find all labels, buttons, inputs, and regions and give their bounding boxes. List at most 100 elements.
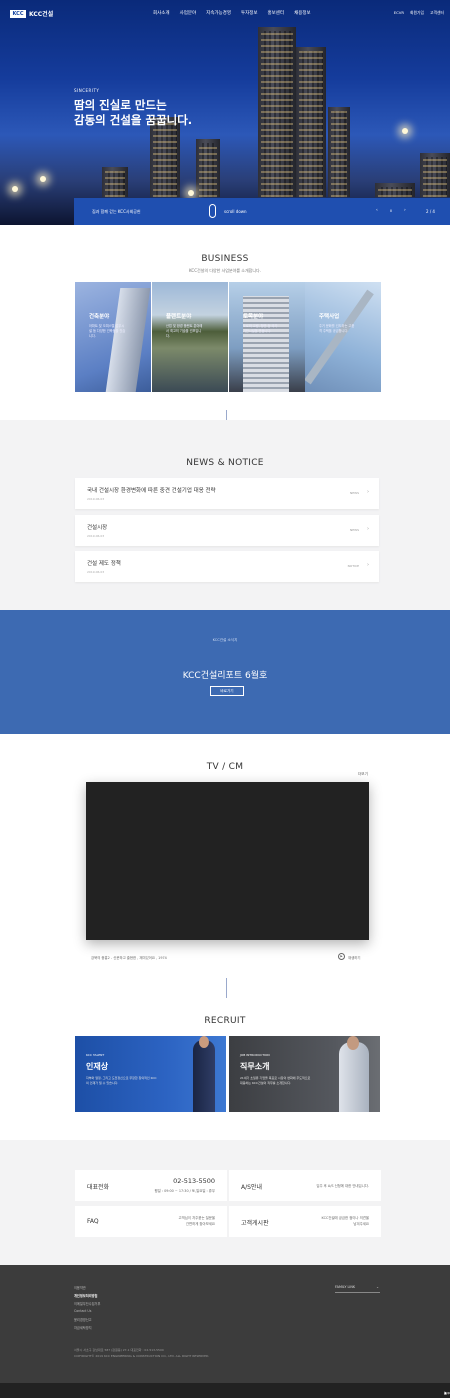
hero-slide-bar: 집과 함께 걷는 KCC사회공헌 scroll down ‹ Ⅱ › 2 / 4 — [74, 198, 450, 225]
recruit-card-talent[interactable]: KCC TALENT 인재상 자부와 열정, 그리고 도전정신으로 무장한 창의… — [75, 1036, 226, 1112]
business-card-desc: 도로와 교량, 항만 등 국가 기반시설을 만듭니다. — [243, 324, 278, 333]
building-decoration — [375, 183, 415, 197]
recruit-card-tag: JOB INTRODUCTION — [240, 1053, 270, 1057]
hero-tag: SINCERITY — [74, 88, 100, 93]
person-head-image — [199, 1036, 209, 1048]
nav-item-investment[interactable]: 투자정보 — [241, 10, 258, 16]
contact-hours: 평일 : 09:00 ~ 17:30 / 토,일요일 : 휴무 — [154, 1189, 215, 1193]
nav-item-business[interactable]: 사업분야 — [180, 10, 197, 16]
tv-title: TV / CM — [206, 762, 244, 772]
street-light-decoration — [12, 186, 18, 192]
building-image — [105, 288, 151, 392]
nav-item-sustainability[interactable]: 지속가능경영 — [206, 10, 231, 16]
news-headline: 국내 건설시장 환경변화에 따른 중견 건설기업 대응 전략 — [87, 488, 216, 494]
recruit-card-title: 직무소개 — [240, 1062, 270, 1071]
news-item[interactable]: 국내 건설시장 환경변화에 따른 중견 건설기업 대응 전략 2019.06.0… — [75, 478, 379, 509]
play-icon[interactable]: ▶ — [338, 953, 345, 960]
business-card-title: 플랜트분야 — [166, 314, 192, 320]
footer-link-ethics[interactable]: 윤리경영신고 — [74, 1317, 92, 1322]
contact-phone-box[interactable]: 대표전화 02-513-5500 평일 : 09:00 ~ 17:30 / 토,… — [75, 1170, 227, 1201]
main-menu: 회사소개 사업분야 지속가능경영 투자정보 홍보센터 채용정보 — [153, 10, 311, 16]
report-view-button[interactable]: 바로가기 — [210, 686, 244, 696]
video-player[interactable] — [86, 782, 369, 940]
business-card-architecture[interactable]: 건축분야 아파트 및 오피스텔 업무시설 등 다양한 건축물을 짓습니다. — [75, 282, 151, 392]
news-category: NEWS — [349, 528, 359, 532]
contact-value: 고객님이 자주묻는 질문을 — [178, 1216, 215, 1220]
report-kicker: KCC건설 소식지 — [212, 638, 238, 642]
family-link-select[interactable]: FAMILY LINK ⌄ — [335, 1285, 380, 1293]
contact-board-box[interactable]: 고객게시판 KCC건설에 궁금한 점이나 의견을 남겨주세요 — [229, 1206, 381, 1237]
report-banner: KCC건설 소식지 KCC건설리포트 6월호 바로가기 — [0, 610, 450, 734]
recruit-card-desc: 자부와 열정, 그리고 도전정신으로 무장한 창의적인 KCC의 인재가 될 수… — [86, 1076, 157, 1085]
news-item[interactable]: 건설 제도 정책 2019.06.03 NOTICE › — [75, 551, 379, 582]
hero-headline-line-2: 감동의 건설을 꿈꿉니다. — [74, 113, 193, 127]
building-decoration — [328, 107, 350, 197]
business-card-title: 주택사업 — [319, 314, 340, 320]
building-decoration — [420, 153, 450, 197]
report-title: KCC건설리포트 6월호 — [182, 671, 268, 681]
pause-slide-button[interactable]: Ⅱ — [390, 209, 392, 213]
play-label[interactable]: 재생하기 — [348, 955, 360, 960]
business-card-title: 토목분야 — [243, 314, 264, 320]
business-card-civil[interactable]: 토목분야 도로와 교량, 항만 등 국가 기반시설을 만듭니다. — [229, 282, 305, 392]
hero-section: KCC KCC건설 회사소개 사업분야 지속가능경영 투자정보 홍보센터 채용정… — [0, 0, 450, 225]
footer-link-email[interactable]: 이메일무단수집거부 — [74, 1301, 100, 1306]
street-light-decoration — [188, 190, 194, 196]
recruit-card-tag: KCC TALENT — [86, 1053, 105, 1057]
footer-link-terms[interactable]: 이용약관 — [74, 1285, 86, 1290]
structure-image — [305, 289, 374, 385]
global-navigation: KCC KCC건설 회사소개 사업분야 지속가능경영 투자정보 홍보센터 채용정… — [0, 0, 450, 24]
contact-key: 대표전화 — [87, 1184, 110, 1191]
chevron-down-icon: ⌄ — [376, 1285, 379, 1289]
next-slide-button[interactable]: › — [404, 208, 406, 213]
contact-section: 대표전화 02-513-5500 평일 : 09:00 ~ 17:30 / 토,… — [0, 1140, 450, 1265]
contact-key: A/S안내 — [241, 1184, 262, 1191]
contact-key: 고객게시판 — [241, 1220, 269, 1227]
contact-faq-box[interactable]: FAQ 고객님이 자주묻는 질문을 간편하게 찾아보세요 — [75, 1206, 227, 1237]
contact-as-box[interactable]: A/S안내 입주 후 A/S 신청에 대한 안내입니다. — [229, 1170, 381, 1201]
nav-item-pr[interactable]: 홍보센터 — [268, 10, 285, 16]
hero-headline-line-1: 땀의 진실로 만드는 — [74, 98, 167, 112]
section-divider — [226, 978, 227, 998]
recruit-card-title: 인재상 — [86, 1062, 109, 1071]
footer-link-privacy[interactable]: 개인정보처리방침 — [74, 1293, 97, 1298]
logo-text: KCC건설 — [29, 11, 54, 18]
tv-more-link[interactable]: 더보기 — [358, 772, 368, 777]
news-date: 2019.06.03 — [87, 534, 105, 538]
business-card-plant[interactable]: 플랜트분야 산업 및 환경 플랜트 분야에서 최고의 기술을 선보입니다. — [152, 282, 228, 392]
news-date: 2019.06.03 — [87, 570, 105, 574]
util-ecvr-link[interactable]: ECVR — [394, 10, 404, 16]
business-card-housing[interactable]: 주택사업 주거 문화를 선도하는 고품격 주택을 공급합니다. — [305, 282, 381, 392]
hero-slide-label[interactable]: 집과 함께 걷는 KCC사회공헌 — [92, 209, 141, 215]
news-date: 2019.06.03 — [87, 497, 105, 501]
slide-counter: 2 / 4 — [426, 209, 435, 214]
contact-sub: 남겨주세요 — [353, 1222, 369, 1226]
scroll-mouse-icon[interactable] — [209, 204, 216, 218]
chevron-right-icon: › — [367, 489, 369, 495]
recruit-card-job[interactable]: JOB INTRODUCTION 직무소개 21세기 초일류 기업을 목표로 시… — [229, 1036, 380, 1112]
person-image — [339, 1042, 369, 1112]
contact-phone-number: 02-513-5500 — [173, 1177, 215, 1185]
nav-item-company[interactable]: 회사소개 — [153, 10, 170, 16]
business-card-desc: 아파트 및 오피스텔 업무시설 등 다양한 건축물을 짓습니다. — [89, 324, 126, 338]
news-item[interactable]: 건설시장 2019.06.03 NEWS › — [75, 515, 379, 546]
util-support-link[interactable]: 고객센터 — [430, 10, 444, 16]
contact-sub: 간편하게 찾아보세요 — [185, 1222, 215, 1226]
chevron-right-icon: › — [367, 562, 369, 568]
nav-item-recruit[interactable]: 채용정보 — [294, 10, 311, 16]
scroll-down-label[interactable]: scroll down — [224, 209, 247, 214]
footer-copyright: COPYRIGHT© 2019 KCC ENGINEERING & CONSTR… — [74, 1354, 210, 1358]
logo[interactable]: KCC KCC건설 — [10, 9, 53, 18]
hero-headline: 땀의 진실로 만드는 감동의 건설을 꿈꿉니다. — [74, 98, 192, 128]
util-signup-link[interactable]: 회원가입 — [410, 10, 424, 16]
footer-address: 서울시 서초구 강남대로 587 (잠원동) 27-1 대표전화 : 02-51… — [74, 1348, 164, 1352]
footer-link-contact[interactable]: Contact Us — [74, 1309, 91, 1313]
prev-slide-button[interactable]: ‹ — [376, 208, 378, 213]
news-title: NEWS & NOTICE — [186, 458, 264, 468]
building-decoration — [102, 167, 128, 197]
business-title: BUSINESS — [201, 254, 249, 264]
building-decoration — [150, 117, 180, 197]
news-section: NEWS & NOTICE 국내 건설시장 환경변화에 따른 중견 건설기업 대… — [0, 420, 450, 610]
building-decoration — [196, 139, 220, 197]
footer-link-aml[interactable]: 자금세탁방지 — [74, 1325, 92, 1330]
